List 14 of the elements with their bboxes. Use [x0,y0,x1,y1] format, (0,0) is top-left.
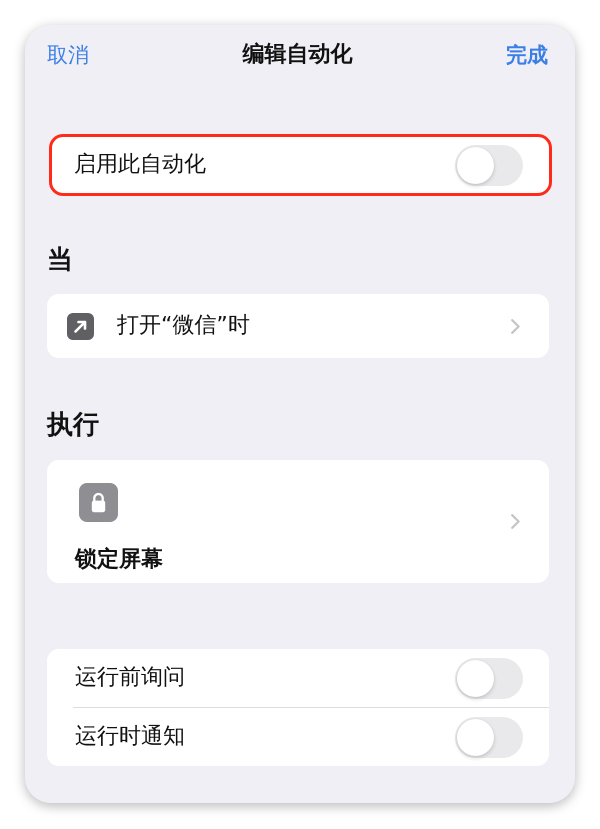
chevron-icon [511,514,520,529]
toggle-switch[interactable] [455,658,523,698]
setting-label: 启用此自动化 [74,151,207,179]
toggle-switch[interactable] [455,716,523,758]
section-heading: 当 [47,244,74,277]
setting-label: 运行前询问 [75,664,186,692]
setting-label: 运行时通知 [75,723,186,751]
section-heading: 执行 [47,409,100,442]
action-item[interactable]: 锁定屏幕 [47,460,549,583]
lock-icon [79,483,118,522]
chevron-icon [511,318,520,334]
trigger-item[interactable]: 打开“微信”时 [47,294,549,358]
toggle-switch[interactable] [455,144,523,186]
sheet-title: 编辑自动化 [242,41,352,69]
